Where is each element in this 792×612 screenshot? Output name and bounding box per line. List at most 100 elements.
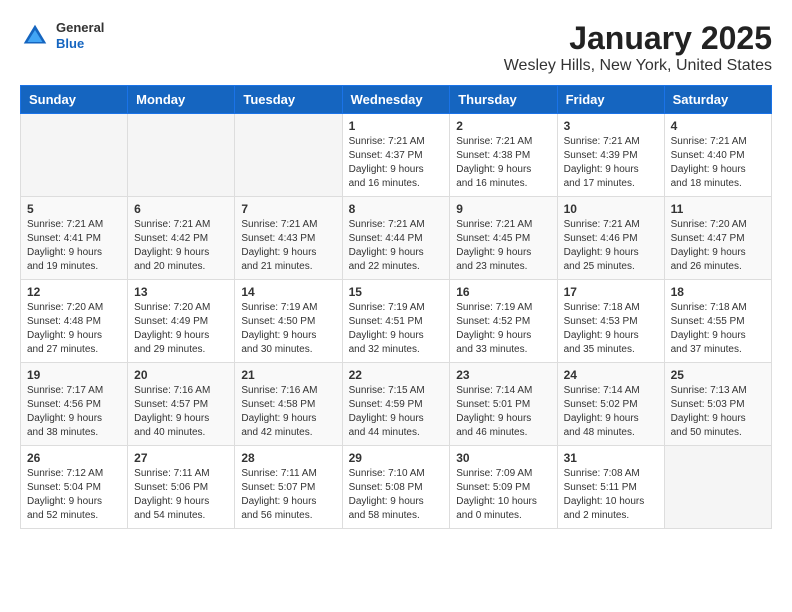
day-info: Sunrise: 7:21 AM Sunset: 4:46 PM Dayligh… bbox=[564, 218, 658, 274]
calendar-cell: 3 Sunrise: 7:21 AM Sunset: 4:39 PM Daylig… bbox=[557, 114, 664, 197]
day-number: 28 bbox=[241, 451, 335, 465]
day-info: Sunrise: 7:16 AM Sunset: 4:57 PM Dayligh… bbox=[134, 384, 228, 440]
calendar-week-row: 19 Sunrise: 7:17 AM Sunset: 4:56 PM Dayli… bbox=[21, 363, 772, 446]
day-info: Sunrise: 7:16 AM Sunset: 4:58 PM Dayligh… bbox=[241, 384, 335, 440]
calendar-cell: 1 Sunrise: 7:21 AM Sunset: 4:37 PM Daylig… bbox=[342, 114, 450, 197]
logo-text: General Blue bbox=[56, 20, 104, 51]
day-info: Sunrise: 7:20 AM Sunset: 4:47 PM Dayligh… bbox=[671, 218, 765, 274]
logo: General Blue bbox=[20, 20, 104, 51]
logo-blue: Blue bbox=[56, 36, 104, 52]
weekday-header-row: SundayMondayTuesdayWednesdayThursdayFrid… bbox=[21, 86, 772, 114]
day-info: Sunrise: 7:11 AM Sunset: 5:06 PM Dayligh… bbox=[134, 467, 228, 523]
calendar-week-row: 26Sunrise: 7:12 AM Sunset: 5:04 PM Dayli… bbox=[21, 446, 772, 529]
calendar-cell: 9 Sunrise: 7:21 AM Sunset: 4:45 PM Daylig… bbox=[450, 197, 557, 280]
day-number: 6 bbox=[134, 202, 228, 216]
day-info: Sunrise: 7:19 AM Sunset: 4:52 PM Dayligh… bbox=[456, 301, 550, 357]
day-number: 5 bbox=[27, 202, 121, 216]
day-info: Sunrise: 7:19 AM Sunset: 4:51 PM Dayligh… bbox=[349, 301, 444, 357]
calendar-cell: 27 Sunrise: 7:11 AM Sunset: 5:06 PM Dayli… bbox=[128, 446, 235, 529]
day-number: 2 bbox=[456, 119, 550, 133]
day-info: Sunrise: 7:20 AM Sunset: 4:49 PM Dayligh… bbox=[134, 301, 228, 357]
calendar-cell: 13 Sunrise: 7:20 AM Sunset: 4:49 PM Dayli… bbox=[128, 280, 235, 363]
day-number: 7 bbox=[241, 202, 335, 216]
location: Wesley Hills, New York, United States bbox=[504, 57, 772, 75]
day-number: 27 bbox=[134, 451, 228, 465]
header: General Blue January 2025 Wesley Hills, … bbox=[20, 20, 772, 75]
day-info: Sunrise: 7:21 AM Sunset: 4:40 PM Dayligh… bbox=[671, 135, 765, 191]
day-number: 18 bbox=[671, 285, 765, 299]
calendar-cell: 14 Sunrise: 7:19 AM Sunset: 4:50 PM Dayli… bbox=[235, 280, 342, 363]
calendar-week-row: 1 Sunrise: 7:21 AM Sunset: 4:37 PM Daylig… bbox=[21, 114, 772, 197]
calendar-cell: 16 Sunrise: 7:19 AM Sunset: 4:52 PM Dayli… bbox=[450, 280, 557, 363]
day-number: 25 bbox=[671, 368, 765, 382]
calendar-cell: 2Sunrise: 7:21 AM Sunset: 4:38 PM Daylig… bbox=[450, 114, 557, 197]
day-number: 21 bbox=[241, 368, 335, 382]
day-number: 19 bbox=[27, 368, 121, 382]
weekday-header: Monday bbox=[128, 86, 235, 114]
day-info: Sunrise: 7:12 AM Sunset: 5:04 PM Dayligh… bbox=[27, 467, 121, 523]
calendar-cell: 23 Sunrise: 7:14 AM Sunset: 5:01 PM Dayli… bbox=[450, 363, 557, 446]
calendar-cell: 10 Sunrise: 7:21 AM Sunset: 4:46 PM Dayli… bbox=[557, 197, 664, 280]
day-number: 29 bbox=[349, 451, 444, 465]
day-number: 11 bbox=[671, 202, 765, 216]
day-info: Sunrise: 7:21 AM Sunset: 4:43 PM Dayligh… bbox=[241, 218, 335, 274]
calendar-cell: 7 Sunrise: 7:21 AM Sunset: 4:43 PM Daylig… bbox=[235, 197, 342, 280]
calendar-cell: 15 Sunrise: 7:19 AM Sunset: 4:51 PM Dayli… bbox=[342, 280, 450, 363]
day-info: Sunrise: 7:21 AM Sunset: 4:44 PM Dayligh… bbox=[349, 218, 444, 274]
day-number: 13 bbox=[134, 285, 228, 299]
day-number: 1 bbox=[349, 119, 444, 133]
day-info: Sunrise: 7:21 AM Sunset: 4:37 PM Dayligh… bbox=[349, 135, 444, 191]
calendar-cell bbox=[664, 446, 771, 529]
day-number: 14 bbox=[241, 285, 335, 299]
calendar-cell: 4 Sunrise: 7:21 AM Sunset: 4:40 PM Daylig… bbox=[664, 114, 771, 197]
day-info: Sunrise: 7:10 AM Sunset: 5:08 PM Dayligh… bbox=[349, 467, 444, 523]
day-info: Sunrise: 7:14 AM Sunset: 5:01 PM Dayligh… bbox=[456, 384, 550, 440]
weekday-header: Tuesday bbox=[235, 86, 342, 114]
day-number: 15 bbox=[349, 285, 444, 299]
day-number: 22 bbox=[349, 368, 444, 382]
day-info: Sunrise: 7:21 AM Sunset: 4:41 PM Dayligh… bbox=[27, 218, 121, 274]
calendar-cell bbox=[128, 114, 235, 197]
day-info: Sunrise: 7:21 AM Sunset: 4:42 PM Dayligh… bbox=[134, 218, 228, 274]
day-info: Sunrise: 7:09 AM Sunset: 5:09 PM Dayligh… bbox=[456, 467, 550, 523]
calendar-cell: 21 Sunrise: 7:16 AM Sunset: 4:58 PM Dayli… bbox=[235, 363, 342, 446]
calendar: SundayMondayTuesdayWednesdayThursdayFrid… bbox=[20, 85, 772, 529]
day-number: 4 bbox=[671, 119, 765, 133]
month-title: January 2025 bbox=[504, 20, 772, 57]
calendar-cell: 24 Sunrise: 7:14 AM Sunset: 5:02 PM Dayli… bbox=[557, 363, 664, 446]
day-info: Sunrise: 7:13 AM Sunset: 5:03 PM Dayligh… bbox=[671, 384, 765, 440]
calendar-cell bbox=[235, 114, 342, 197]
day-info: Sunrise: 7:21 AM Sunset: 4:39 PM Dayligh… bbox=[564, 135, 658, 191]
weekday-header: Thursday bbox=[450, 86, 557, 114]
calendar-week-row: 12Sunrise: 7:20 AM Sunset: 4:48 PM Dayli… bbox=[21, 280, 772, 363]
calendar-cell: 26Sunrise: 7:12 AM Sunset: 5:04 PM Dayli… bbox=[21, 446, 128, 529]
day-info: Sunrise: 7:21 AM Sunset: 4:45 PM Dayligh… bbox=[456, 218, 550, 274]
calendar-cell: 31 Sunrise: 7:08 AM Sunset: 5:11 PM Dayli… bbox=[557, 446, 664, 529]
calendar-cell: 29 Sunrise: 7:10 AM Sunset: 5:08 PM Dayli… bbox=[342, 446, 450, 529]
day-info: Sunrise: 7:18 AM Sunset: 4:53 PM Dayligh… bbox=[564, 301, 658, 357]
day-number: 9 bbox=[456, 202, 550, 216]
weekday-header: Friday bbox=[557, 86, 664, 114]
day-info: Sunrise: 7:18 AM Sunset: 4:55 PM Dayligh… bbox=[671, 301, 765, 357]
calendar-cell: 25 Sunrise: 7:13 AM Sunset: 5:03 PM Dayli… bbox=[664, 363, 771, 446]
day-number: 30 bbox=[456, 451, 550, 465]
day-number: 16 bbox=[456, 285, 550, 299]
weekday-header: Wednesday bbox=[342, 86, 450, 114]
day-number: 12 bbox=[27, 285, 121, 299]
day-info: Sunrise: 7:14 AM Sunset: 5:02 PM Dayligh… bbox=[564, 384, 658, 440]
day-number: 10 bbox=[564, 202, 658, 216]
day-number: 23 bbox=[456, 368, 550, 382]
calendar-cell: 6 Sunrise: 7:21 AM Sunset: 4:42 PM Daylig… bbox=[128, 197, 235, 280]
day-number: 24 bbox=[564, 368, 658, 382]
day-info: Sunrise: 7:15 AM Sunset: 4:59 PM Dayligh… bbox=[349, 384, 444, 440]
day-number: 31 bbox=[564, 451, 658, 465]
calendar-cell: 11 Sunrise: 7:20 AM Sunset: 4:47 PM Dayli… bbox=[664, 197, 771, 280]
logo-general: General bbox=[56, 20, 104, 36]
day-info: Sunrise: 7:19 AM Sunset: 4:50 PM Dayligh… bbox=[241, 301, 335, 357]
weekday-header: Sunday bbox=[21, 86, 128, 114]
calendar-cell: 8Sunrise: 7:21 AM Sunset: 4:44 PM Daylig… bbox=[342, 197, 450, 280]
day-number: 3 bbox=[564, 119, 658, 133]
day-info: Sunrise: 7:17 AM Sunset: 4:56 PM Dayligh… bbox=[27, 384, 121, 440]
calendar-cell: 22 Sunrise: 7:15 AM Sunset: 4:59 PM Dayli… bbox=[342, 363, 450, 446]
day-info: Sunrise: 7:08 AM Sunset: 5:11 PM Dayligh… bbox=[564, 467, 658, 523]
